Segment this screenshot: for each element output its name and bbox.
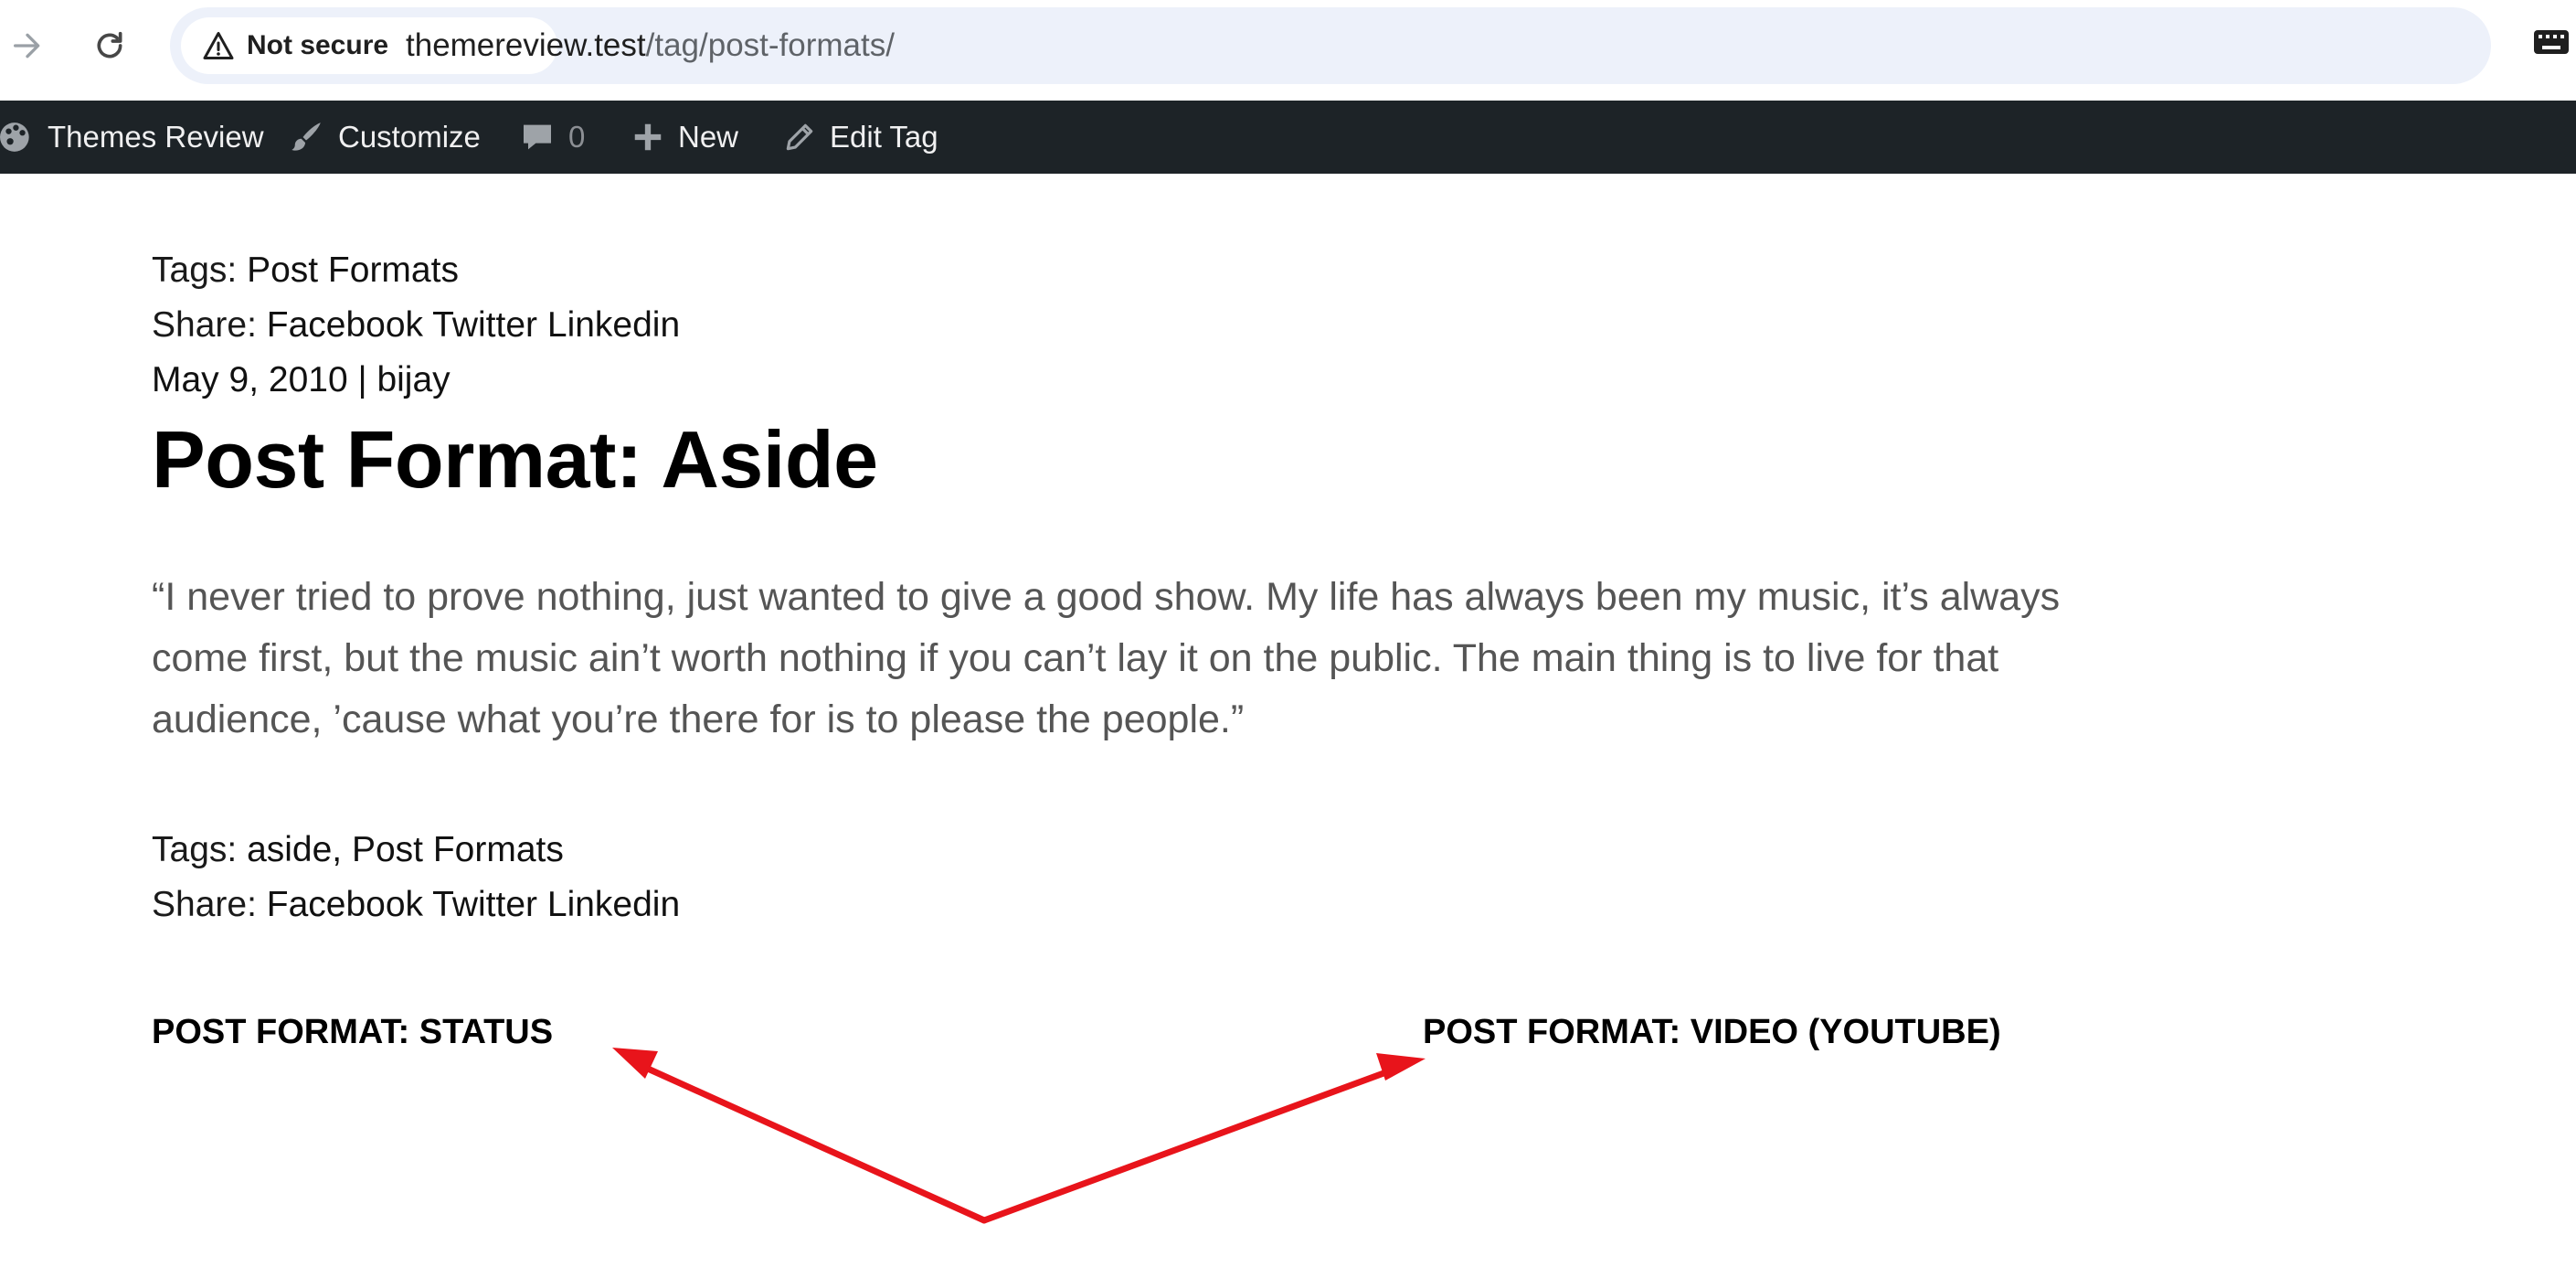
url-path: /tag/post-formats/: [645, 27, 895, 63]
admin-bar-site-name[interactable]: Themes Review: [0, 101, 264, 174]
post-quote: “I never tried to prove nothing, just wa…: [152, 575, 2061, 741]
admin-bar-new[interactable]: New: [631, 101, 738, 174]
arrow-to-status: [612, 1048, 988, 1224]
reload-icon[interactable]: [84, 20, 135, 71]
wp-admin-bar: Themes Review Customize 0 New Edit Tag: [0, 101, 2576, 174]
related-post-status-link[interactable]: POST FORMAT: STATUS: [152, 1013, 553, 1052]
post-title[interactable]: Post Format: Aside: [152, 413, 878, 506]
previous-post-share: Share: Facebook Twitter Linkedin: [152, 305, 681, 345]
tag-link-aside[interactable]: aside: [247, 830, 332, 869]
pencil-icon: [782, 120, 817, 154]
share-twitter-link[interactable]: Twitter: [432, 305, 537, 345]
url-text[interactable]: themereview.test/tag/post-formats/: [406, 7, 895, 84]
edit-tag-label: Edit Tag: [830, 120, 938, 154]
keyboard-icon[interactable]: [2533, 29, 2570, 55]
share-linkedin-link[interactable]: Linkedin: [547, 305, 680, 345]
post-tags: Tags: aside, Post Formats: [152, 830, 564, 869]
share-facebook-link[interactable]: Facebook: [267, 885, 423, 924]
plus-icon: [631, 120, 665, 154]
comment-bubble-icon: [519, 119, 556, 155]
previous-post-tags: Tags: Post Formats: [152, 250, 459, 290]
post-author[interactable]: bijay: [376, 360, 450, 399]
post-share: Share: Facebook Twitter Linkedin: [152, 885, 681, 924]
browser-toolbar: Not secure themereview.test/tag/post-for…: [0, 0, 2576, 101]
admin-bar-comments[interactable]: 0: [519, 101, 585, 174]
related-post-video-link[interactable]: POST FORMAT: VIDEO (YOUTUBE): [1423, 1013, 2001, 1052]
dashboard-palette-icon: [0, 120, 35, 154]
url-host: themereview.test: [406, 27, 646, 63]
warning-triangle-icon: [201, 28, 236, 63]
security-label: Not secure: [247, 30, 389, 60]
paintbrush-icon: [287, 118, 325, 156]
post-meta: May 9, 2010 | bijay: [152, 360, 451, 399]
tag-link-post-formats[interactable]: Post Formats: [247, 250, 459, 290]
share-facebook-link[interactable]: Facebook: [267, 305, 423, 345]
admin-bar-edit-tag[interactable]: Edit Tag: [782, 101, 938, 174]
comments-count: 0: [568, 120, 586, 154]
tag-link-post-formats[interactable]: Post Formats: [352, 830, 564, 869]
admin-bar-customize[interactable]: Customize: [287, 101, 481, 174]
forward-arrow-icon[interactable]: [2, 20, 53, 71]
share-twitter-link[interactable]: Twitter: [432, 885, 537, 924]
post-date[interactable]: May 9, 2010: [152, 360, 348, 399]
customize-label: Customize: [338, 120, 481, 154]
new-label: New: [678, 120, 739, 154]
arrow-to-video: [981, 1053, 1426, 1224]
site-name-label: Themes Review: [48, 120, 264, 154]
share-linkedin-link[interactable]: Linkedin: [547, 885, 680, 924]
address-bar[interactable]: Not secure themereview.test/tag/post-for…: [170, 7, 2491, 84]
